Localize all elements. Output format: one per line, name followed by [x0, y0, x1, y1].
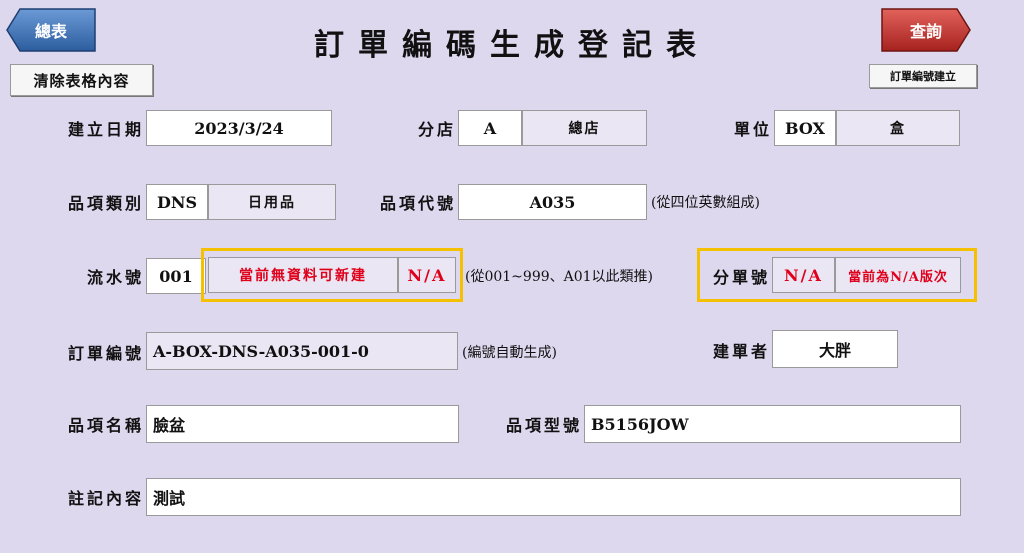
sub-order-value: N/A: [772, 257, 835, 293]
page-title: 訂單編碼生成登記表: [314, 28, 710, 63]
item-code-field[interactable]: A035: [458, 184, 647, 220]
creator-field[interactable]: 大胖: [772, 330, 898, 368]
order-number-display: A-BOX-DNS-A035-001-0: [146, 332, 458, 370]
unit-name-display: 盒: [836, 110, 960, 146]
serial-number-field[interactable]: 001: [146, 258, 206, 294]
sub-order-status: 當前為N/A版次: [835, 257, 961, 293]
unit-label: 單位: [733, 120, 772, 139]
item-name-field[interactable]: 臉盆: [146, 405, 459, 443]
item-code-label: 品項代號: [379, 194, 456, 213]
query-button-label: 查詢: [909, 22, 942, 41]
back-button-label: 總表: [34, 22, 67, 41]
category-label: 品項類別: [67, 194, 144, 213]
order-number-label: 訂單編號: [67, 344, 144, 363]
branch-label: 分店: [417, 120, 456, 139]
item-model-label: 品項型號: [505, 416, 582, 435]
create-date-field[interactable]: 2023/3/24: [146, 110, 332, 146]
order-number-note: (編號自動生成): [462, 345, 557, 361]
branch-name-display: 總店: [522, 110, 647, 146]
serial-flag: N/A: [398, 257, 456, 293]
remarks-field[interactable]: 測試: [146, 478, 961, 516]
item-name-label: 品項名稱: [67, 416, 144, 435]
item-code-note: (從四位英數組成): [651, 195, 760, 211]
category-name-display: 日用品: [208, 184, 336, 220]
unit-code-field[interactable]: BOX: [774, 110, 836, 146]
clear-form-button[interactable]: 清除表格內容: [10, 64, 153, 96]
serial-status-message: 當前無資料可新建: [208, 257, 398, 293]
remarks-label: 註記內容: [67, 489, 144, 508]
create-date-label: 建立日期: [67, 120, 144, 139]
create-order-number-button[interactable]: 訂單編號建立: [869, 64, 977, 88]
branch-code-field[interactable]: A: [458, 110, 522, 146]
item-model-field[interactable]: B5156JOW: [584, 405, 961, 443]
serial-note: (從001~999、A01以此類推): [465, 269, 654, 285]
creator-label: 建單者: [712, 342, 770, 361]
category-code-field[interactable]: DNS: [146, 184, 208, 220]
serial-label: 流水號: [86, 268, 144, 287]
sub-order-label: 分單號: [712, 268, 770, 287]
